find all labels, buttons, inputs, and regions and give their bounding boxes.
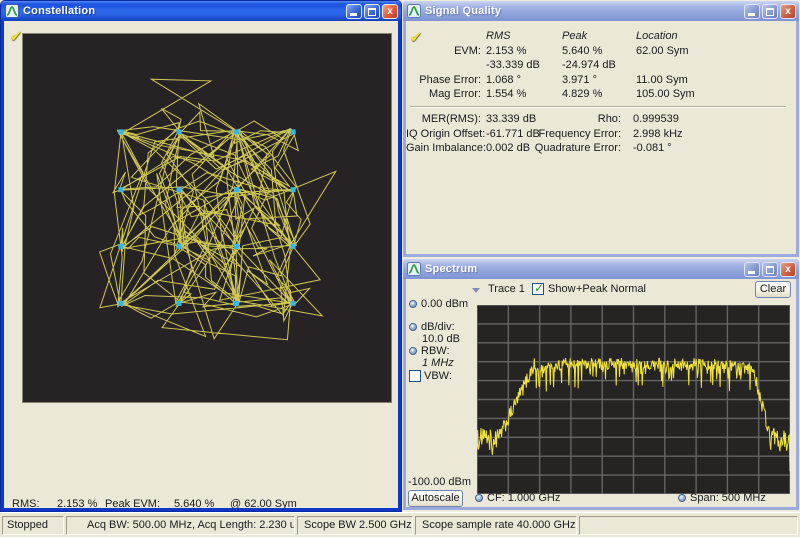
constellation-status-row: RMS: 2.153 % Peak EVM: 5.640 % @ 62.00 S… — [4, 498, 398, 508]
vbw-label: VBW: — [424, 370, 452, 382]
close-icon: x — [383, 5, 397, 18]
vbw-control: ✓ VBW: — [409, 370, 452, 382]
peak-evm-location: @ 62.00 Sym — [230, 498, 297, 508]
sq-row-iqoffset-freqerr: IQ Origin Offset: -61.771 dB Frequency E… — [406, 128, 792, 141]
signal-quality-window: Signal Quality x ✔ RMS Peak Location EVM… — [403, 1, 799, 257]
center-frequency-control[interactable]: CF: 1.000 GHz — [475, 492, 560, 504]
close-button[interactable]: x — [382, 4, 398, 19]
sq-row-mer-rho: MER(RMS): 33.339 dB Rho: 0.999539 — [406, 113, 792, 126]
status-bar: Stopped Acq BW: 500.00 MHz, Acq Length: … — [0, 512, 800, 537]
app-waveform-icon — [407, 4, 421, 18]
maximize-button[interactable] — [762, 4, 778, 19]
sq-column-headers: RMS Peak Location — [406, 30, 792, 43]
scale-control[interactable]: dB/div: — [409, 321, 455, 333]
signal-quality-titlebar[interactable]: Signal Quality x — [403, 1, 799, 21]
check-icon: ✓ — [534, 281, 544, 295]
y-axis-min-label: -100.00 dBm — [408, 476, 471, 488]
rms-value: 2.153 % — [57, 498, 97, 508]
rbw-control[interactable]: RBW: — [409, 345, 450, 357]
app-waveform-icon — [5, 4, 19, 18]
knob-icon — [475, 494, 483, 502]
status-run-state: Stopped — [2, 516, 64, 535]
trace-selector[interactable]: Trace 1 — [488, 283, 525, 295]
col-header-peak: Peak — [562, 30, 587, 42]
status-empty — [579, 516, 798, 535]
ref-level-control[interactable]: 0.00 dBm — [409, 298, 468, 310]
sq-row-gain-quaderr: Gain Imbalance: 0.002 dB Quadrature Erro… — [406, 142, 792, 155]
span-control[interactable]: Span: 500 MHz — [678, 492, 766, 504]
minimize-button[interactable] — [744, 262, 760, 277]
knob-icon — [409, 323, 417, 331]
close-button[interactable]: x — [780, 262, 796, 277]
window-title: Signal Quality — [425, 5, 744, 17]
chevron-down-icon[interactable] — [472, 288, 480, 293]
constellation-plot[interactable] — [22, 33, 392, 403]
close-icon: x — [781, 263, 795, 276]
sq-row-evm-db: -33.339 dB -24.974 dB — [406, 59, 792, 72]
autoscale-button[interactable]: Autoscale — [408, 490, 463, 507]
maximize-button[interactable] — [762, 262, 778, 277]
maximize-button[interactable] — [364, 4, 380, 19]
status-acq-info: Acq BW: 500.00 MHz, Acq Length: 2.230 us — [66, 516, 295, 535]
window-title: Constellation — [23, 5, 346, 17]
close-button[interactable]: x — [780, 4, 796, 19]
knob-icon — [409, 347, 417, 355]
vbw-checkbox[interactable]: ✓ — [409, 370, 421, 382]
measurement-enabled-check-icon: ✔ — [10, 28, 22, 45]
minimize-button[interactable] — [744, 4, 760, 19]
col-header-rms: RMS — [486, 30, 510, 42]
app-waveform-icon — [407, 262, 421, 276]
window-title: Spectrum — [425, 263, 744, 275]
constellation-window: Constellation x ✔ RMS: 2.153 % Peak EVM:… — [1, 1, 401, 511]
show-label: Show — [548, 283, 576, 295]
close-icon: x — [781, 5, 795, 18]
col-header-location: Location — [636, 30, 678, 42]
peak-evm-value: 5.640 % — [174, 498, 214, 508]
status-scope-bw: Scope BW 2.500 GHz — [297, 516, 413, 535]
show-checkbox[interactable]: ✓ — [532, 283, 544, 295]
sq-row-evm: EVM: 2.153 % 5.640 % 62.00 Sym — [406, 45, 792, 58]
separator — [410, 106, 786, 108]
rms-label: RMS: — [12, 498, 40, 508]
knob-icon — [409, 300, 417, 308]
spectrum-titlebar[interactable]: Spectrum x — [403, 259, 799, 279]
status-sample-rate: Scope sample rate 40.000 GHz — [415, 516, 577, 535]
knob-icon — [678, 494, 686, 502]
spectrum-plot[interactable] — [477, 305, 790, 494]
spectrum-window: Spectrum x Trace 1 ✓ Show +Peak Normal C… — [403, 259, 799, 510]
sq-row-mag-error: Mag Error: 1.554 % 4.829 % 105.00 Sym — [406, 88, 792, 101]
sq-row-phase-error: Phase Error: 1.068 ° 3.971 ° 11.00 Sym — [406, 74, 792, 87]
detector-mode-label: +Peak Normal — [576, 283, 646, 295]
peak-evm-label: Peak EVM: — [105, 498, 160, 508]
rbw-value: 1 MHz — [422, 357, 454, 369]
constellation-titlebar[interactable]: Constellation x — [1, 1, 401, 21]
scale-value: 10.0 dB — [422, 333, 460, 345]
minimize-button[interactable] — [346, 4, 362, 19]
clear-button[interactable]: Clear — [755, 281, 791, 298]
